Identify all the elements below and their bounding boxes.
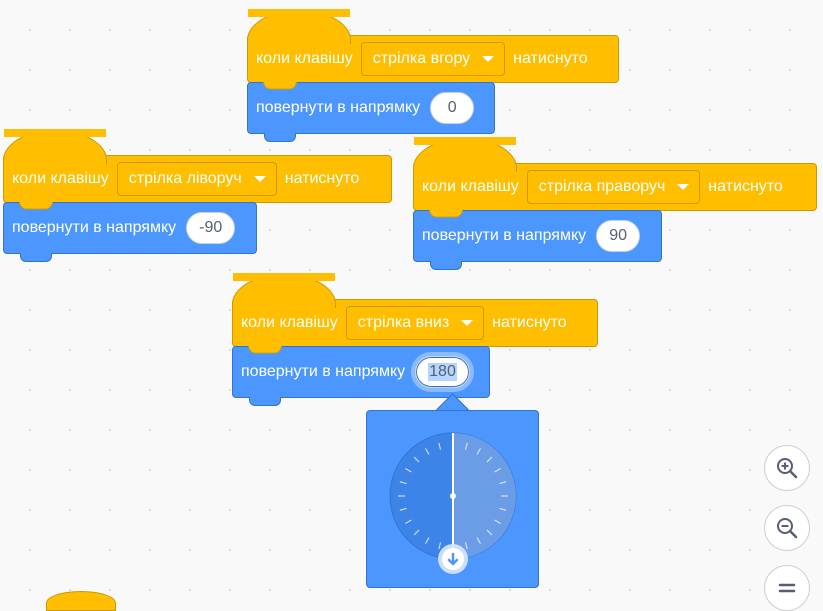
hat-cap <box>232 273 336 308</box>
direction-input[interactable]: -90 <box>186 212 236 244</box>
key-dropdown[interactable]: стрілка ліворуч <box>116 162 277 196</box>
hat-suffix-label: натиснуто <box>284 170 360 187</box>
script-down-arrow[interactable]: коли клавішу стрілка вниз натиснуто пове… <box>232 273 598 406</box>
direction-dial[interactable] <box>367 411 538 587</box>
motion-label: повернути в напрямку <box>241 363 406 380</box>
key-dropdown-value: стрілка вгору <box>372 50 471 67</box>
point-in-direction-block[interactable]: повернути в напрямку -90 <box>3 201 257 262</box>
when-key-pressed-block[interactable]: коли клавішу стрілка вниз натиснуто <box>232 273 598 347</box>
point-in-direction-block[interactable]: повернути в напрямку 90 <box>413 209 662 270</box>
key-dropdown-value: стрілка праворуч <box>538 178 666 195</box>
script-right-arrow[interactable]: коли клавішу стрілка праворуч натиснуто … <box>413 137 817 270</box>
motion-label: повернути в напрямку <box>256 99 421 116</box>
direction-input[interactable]: 0 <box>430 92 475 124</box>
key-dropdown-value: стрілка вниз <box>357 314 450 331</box>
zoom-in-button[interactable] <box>764 445 810 491</box>
dropdown-caret-icon <box>677 184 690 190</box>
block-tab <box>264 133 296 142</box>
zoom-out-button[interactable] <box>764 505 810 551</box>
block-tab <box>430 261 462 270</box>
block-notch <box>247 345 283 354</box>
dial-knob-handle[interactable] <box>438 544 468 574</box>
hat-suffix-label: натиснуто <box>492 314 567 331</box>
motion-label: повернути в напрямку <box>12 219 177 236</box>
point-in-direction-block[interactable]: повернути в напрямку 0 <box>247 81 495 142</box>
dropdown-caret-icon <box>253 176 266 182</box>
hat-cap <box>3 129 107 164</box>
script-up-arrow[interactable]: коли клавішу стрілка вгору натиснуто пов… <box>247 9 619 142</box>
zoom-in-icon <box>777 458 798 479</box>
zoom-out-icon <box>777 518 798 539</box>
when-key-pressed-block[interactable]: коли клавішу стрілка ліворуч натиснуто <box>3 129 392 203</box>
direction-dial-popup[interactable] <box>366 410 539 588</box>
zoom-reset-icon <box>778 583 796 593</box>
block-notch <box>428 209 464 218</box>
script-left-arrow[interactable]: коли клавішу стрілка ліворуч натиснуто п… <box>3 129 392 262</box>
motion-label: повернути в напрямку <box>422 227 587 244</box>
block-notch <box>18 201 54 210</box>
hat-prefix-label: коли клавішу <box>241 314 338 331</box>
block-tab <box>249 397 281 406</box>
block-tab <box>20 253 52 262</box>
hat-cap <box>247 9 351 44</box>
hat-suffix-label: натиснуто <box>708 178 783 195</box>
key-dropdown[interactable]: стрілка праворуч <box>526 170 701 204</box>
point-in-direction-block[interactable]: повернути в напрямку 180 <box>232 345 490 406</box>
dropdown-caret-icon <box>461 320 474 326</box>
when-key-pressed-block[interactable]: коли клавішу стрілка праворуч натиснуто <box>413 137 817 211</box>
hat-suffix-label: натиснуто <box>513 50 588 67</box>
hat-cap <box>413 137 517 172</box>
direction-input-editing[interactable]: 180 <box>415 356 470 388</box>
dial-center <box>450 493 456 499</box>
hat-prefix-label: коли клавішу <box>12 170 109 187</box>
dropdown-caret-icon <box>482 56 495 62</box>
partial-hat-block[interactable] <box>46 591 116 611</box>
key-dropdown-value: стрілка ліворуч <box>128 170 242 187</box>
when-key-pressed-block[interactable]: коли клавішу стрілка вгору натиснуто <box>247 9 619 83</box>
block-notch <box>262 81 298 90</box>
hat-prefix-label: коли клавішу <box>422 178 519 195</box>
key-dropdown[interactable]: стрілка вгору <box>360 42 506 76</box>
key-dropdown[interactable]: стрілка вниз <box>345 306 485 340</box>
hat-prefix-label: коли клавішу <box>256 50 353 67</box>
direction-input[interactable]: 90 <box>596 220 641 252</box>
zoom-reset-button[interactable] <box>764 565 810 611</box>
